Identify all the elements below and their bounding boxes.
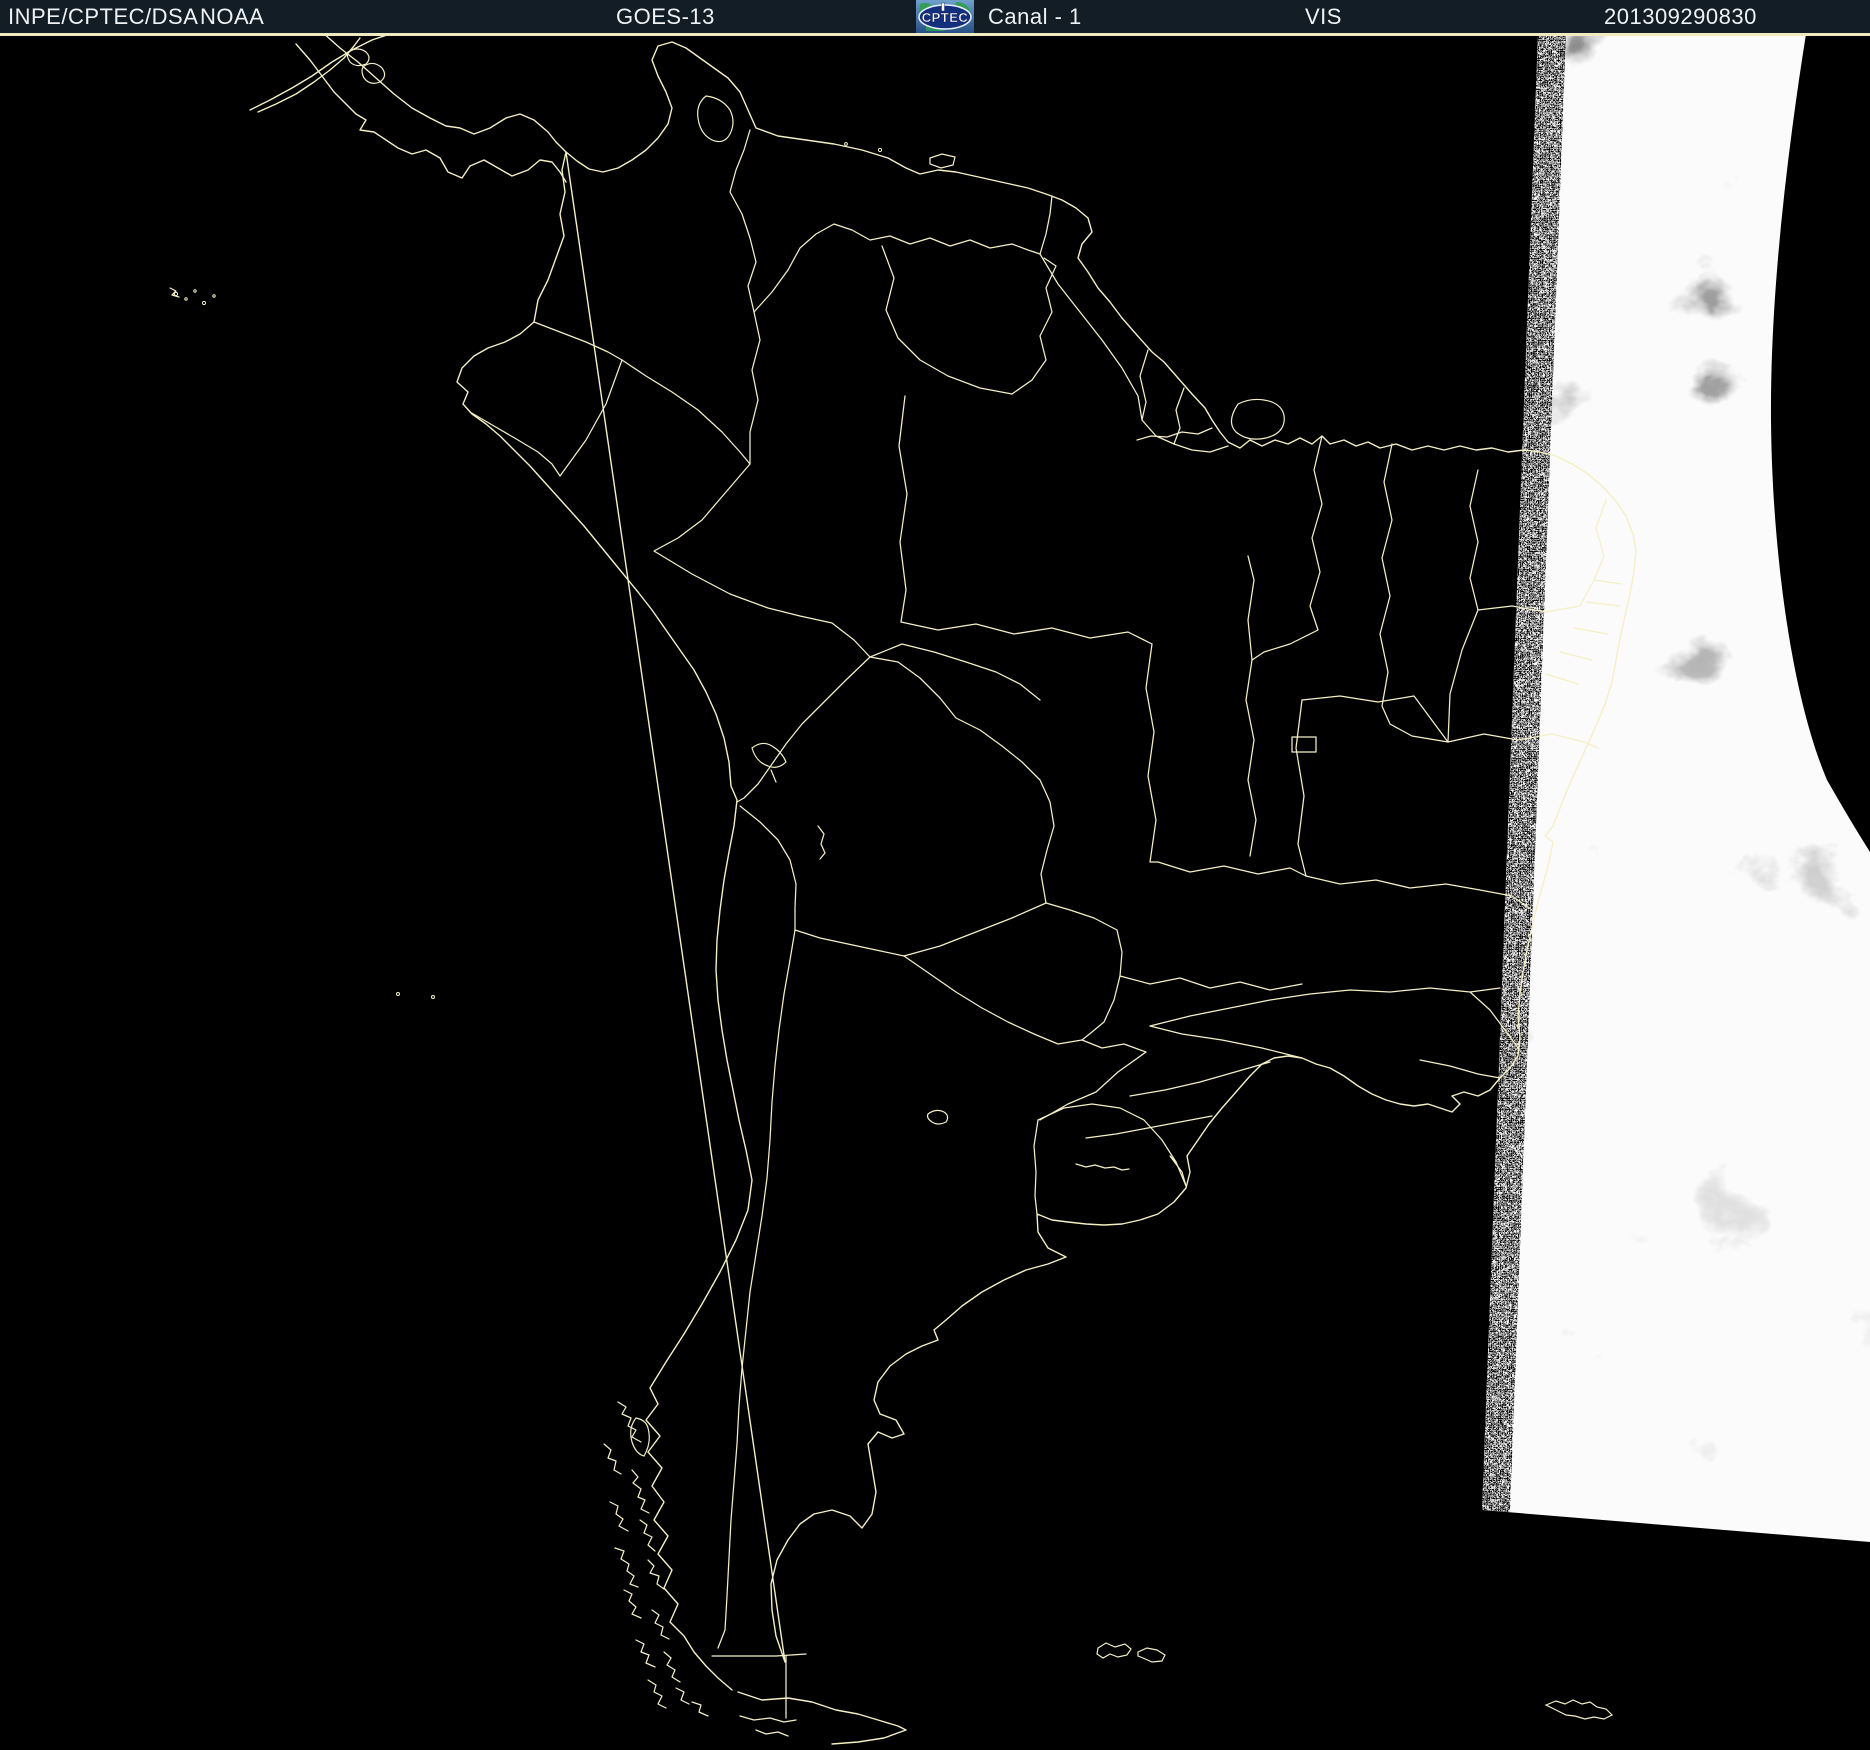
screenshot-root: { "header": { "source": "INPE/CPTEC/DSA"…	[0, 0, 1870, 1750]
margarita-island	[877, 147, 883, 153]
cptec-globe-logo-icon: CPTEC	[916, 0, 974, 33]
source-label: INPE/CPTEC/DSA	[8, 4, 199, 29]
channel-label: Canal - 1	[988, 4, 1082, 29]
timestamp-label: 201309290830	[1604, 4, 1757, 29]
logo-text: CPTEC	[922, 10, 969, 25]
band-label: VIS	[1305, 4, 1342, 29]
agency-label: NOAA	[200, 4, 265, 29]
satellite-image-viewer: INPE/CPTEC/DSA NOAA GOES-13 CPTEC Canal …	[0, 0, 1870, 1750]
pacific-islet	[396, 992, 400, 996]
satellite-map	[0, 0, 1870, 1750]
pacific-islet	[431, 995, 435, 999]
satellite-label: GOES-13	[616, 4, 715, 29]
title-bar: INPE/CPTEC/DSA NOAA GOES-13 CPTEC Canal …	[0, 0, 1870, 36]
